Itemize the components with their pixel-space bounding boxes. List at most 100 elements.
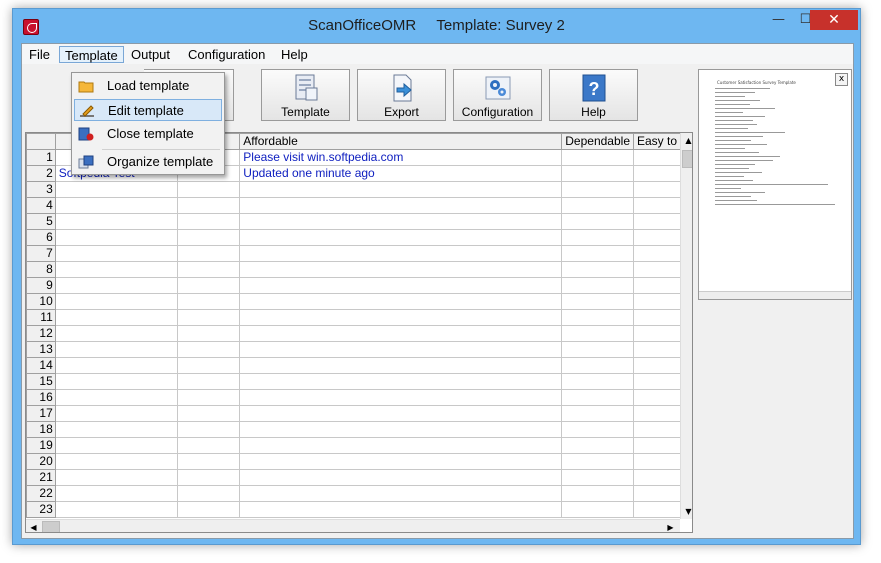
grid-cell[interactable] [176, 485, 241, 502]
menu-file[interactable]: File [24, 46, 55, 63]
grid-cell[interactable] [239, 325, 563, 342]
grid-cell[interactable] [561, 501, 634, 518]
grid-cell[interactable] [176, 389, 241, 406]
grid-cell[interactable] [54, 357, 178, 374]
grid-cell[interactable] [239, 341, 563, 358]
row-number[interactable]: 15 [26, 373, 56, 390]
table-row[interactable]: 5 [26, 213, 692, 230]
table-row[interactable]: 14 [26, 357, 692, 374]
grid-cell[interactable] [176, 405, 241, 422]
grid-cell[interactable] [54, 373, 178, 390]
table-row[interactable]: 9 [26, 277, 692, 294]
grid-cell[interactable] [54, 229, 178, 246]
menu-edit-template[interactable]: Edit template [74, 99, 222, 121]
grid-cell[interactable] [176, 325, 241, 342]
table-row[interactable]: 23 [26, 501, 692, 518]
minimize-button[interactable]: — [765, 10, 792, 30]
table-row[interactable]: 7 [26, 245, 692, 262]
table-row[interactable]: 11 [26, 309, 692, 326]
grid-cell[interactable] [54, 213, 178, 230]
grid-cell[interactable] [54, 245, 178, 262]
grid-cell[interactable] [176, 373, 241, 390]
horizontal-scrollbar[interactable]: ◀ ▶ [26, 519, 680, 532]
row-number[interactable]: 17 [26, 405, 56, 422]
grid-cell[interactable] [561, 213, 634, 230]
grid-cell[interactable]: Please visit win.softpedia.com [239, 149, 563, 166]
grid-cell[interactable] [54, 309, 178, 326]
row-number[interactable]: 19 [26, 437, 56, 454]
grid-cell[interactable] [54, 341, 178, 358]
table-row[interactable]: 15 [26, 373, 692, 390]
grid-cell[interactable] [561, 165, 634, 182]
grid-cell[interactable] [561, 469, 634, 486]
menu-help[interactable]: Help [276, 46, 313, 63]
grid-cell[interactable] [176, 229, 241, 246]
row-number[interactable]: 20 [26, 453, 56, 470]
grid-cell[interactable] [176, 501, 241, 518]
grid-cell[interactable] [176, 245, 241, 262]
table-row[interactable]: 20 [26, 453, 692, 470]
column-header-dependable[interactable]: Dependable [561, 133, 634, 150]
row-number[interactable]: 12 [26, 325, 56, 342]
grid-cell[interactable] [54, 261, 178, 278]
grid-cell[interactable] [239, 469, 563, 486]
configuration-button[interactable]: Configuration [453, 69, 542, 121]
scroll-left-icon[interactable]: ◀ [26, 520, 41, 532]
grid-cell[interactable] [176, 213, 241, 230]
table-row[interactable]: 3 [26, 181, 692, 198]
row-number[interactable]: 5 [26, 213, 56, 230]
row-number[interactable]: 8 [26, 261, 56, 278]
row-number[interactable]: 18 [26, 421, 56, 438]
grid-cell[interactable] [176, 357, 241, 374]
scroll-up-icon[interactable]: ▲ [681, 133, 692, 148]
grid-cell[interactable] [176, 453, 241, 470]
grid-cell[interactable] [239, 485, 563, 502]
grid-cell[interactable] [176, 293, 241, 310]
grid-cell[interactable] [239, 213, 563, 230]
table-row[interactable]: 22 [26, 485, 692, 502]
row-number[interactable]: 11 [26, 309, 56, 326]
grid-cell[interactable] [239, 453, 563, 470]
table-row[interactable]: 12 [26, 325, 692, 342]
grid-cell[interactable] [54, 501, 178, 518]
horizontal-scroll-thumb[interactable] [42, 521, 60, 532]
grid-corner[interactable] [26, 133, 56, 150]
table-row[interactable]: 10 [26, 293, 692, 310]
grid-cell[interactable] [54, 325, 178, 342]
grid-cell[interactable] [54, 389, 178, 406]
help-button[interactable]: ? Help [549, 69, 638, 121]
grid-cell[interactable] [239, 357, 563, 374]
grid-cell[interactable] [561, 149, 634, 166]
grid-cell[interactable] [561, 309, 634, 326]
menu-template[interactable]: Template [59, 46, 124, 63]
grid-cell[interactable] [239, 277, 563, 294]
grid-cell[interactable] [176, 469, 241, 486]
menu-load-template[interactable]: Load template [74, 75, 222, 97]
grid-cell[interactable] [176, 309, 241, 326]
row-number[interactable]: 14 [26, 357, 56, 374]
grid-cell[interactable] [239, 293, 563, 310]
grid-cell[interactable] [176, 277, 241, 294]
column-header-affordable[interactable]: Affordable [239, 133, 563, 150]
grid-cell[interactable] [54, 453, 178, 470]
row-number[interactable]: 21 [26, 469, 56, 486]
table-row[interactable]: 13 [26, 341, 692, 358]
grid-cell[interactable] [54, 197, 178, 214]
grid-cell[interactable] [54, 405, 178, 422]
grid-cell[interactable] [54, 485, 178, 502]
grid-cell[interactable] [54, 437, 178, 454]
grid-cell[interactable] [561, 421, 634, 438]
menu-configuration[interactable]: Configuration [183, 46, 270, 63]
grid-cell[interactable] [54, 469, 178, 486]
grid-cell[interactable] [54, 277, 178, 294]
grid-cell[interactable] [54, 421, 178, 438]
table-row[interactable]: 19 [26, 437, 692, 454]
grid-cell[interactable] [561, 197, 634, 214]
grid-cell[interactable] [239, 261, 563, 278]
grid-cell[interactable] [561, 261, 634, 278]
grid-cell[interactable] [561, 485, 634, 502]
grid-cell[interactable] [239, 245, 563, 262]
grid-cell[interactable] [239, 229, 563, 246]
title-bar[interactable]: ScanOfficeOMR Template: Survey 2 — ☐ ✕ [13, 9, 860, 43]
close-button[interactable]: ✕ [810, 10, 858, 30]
